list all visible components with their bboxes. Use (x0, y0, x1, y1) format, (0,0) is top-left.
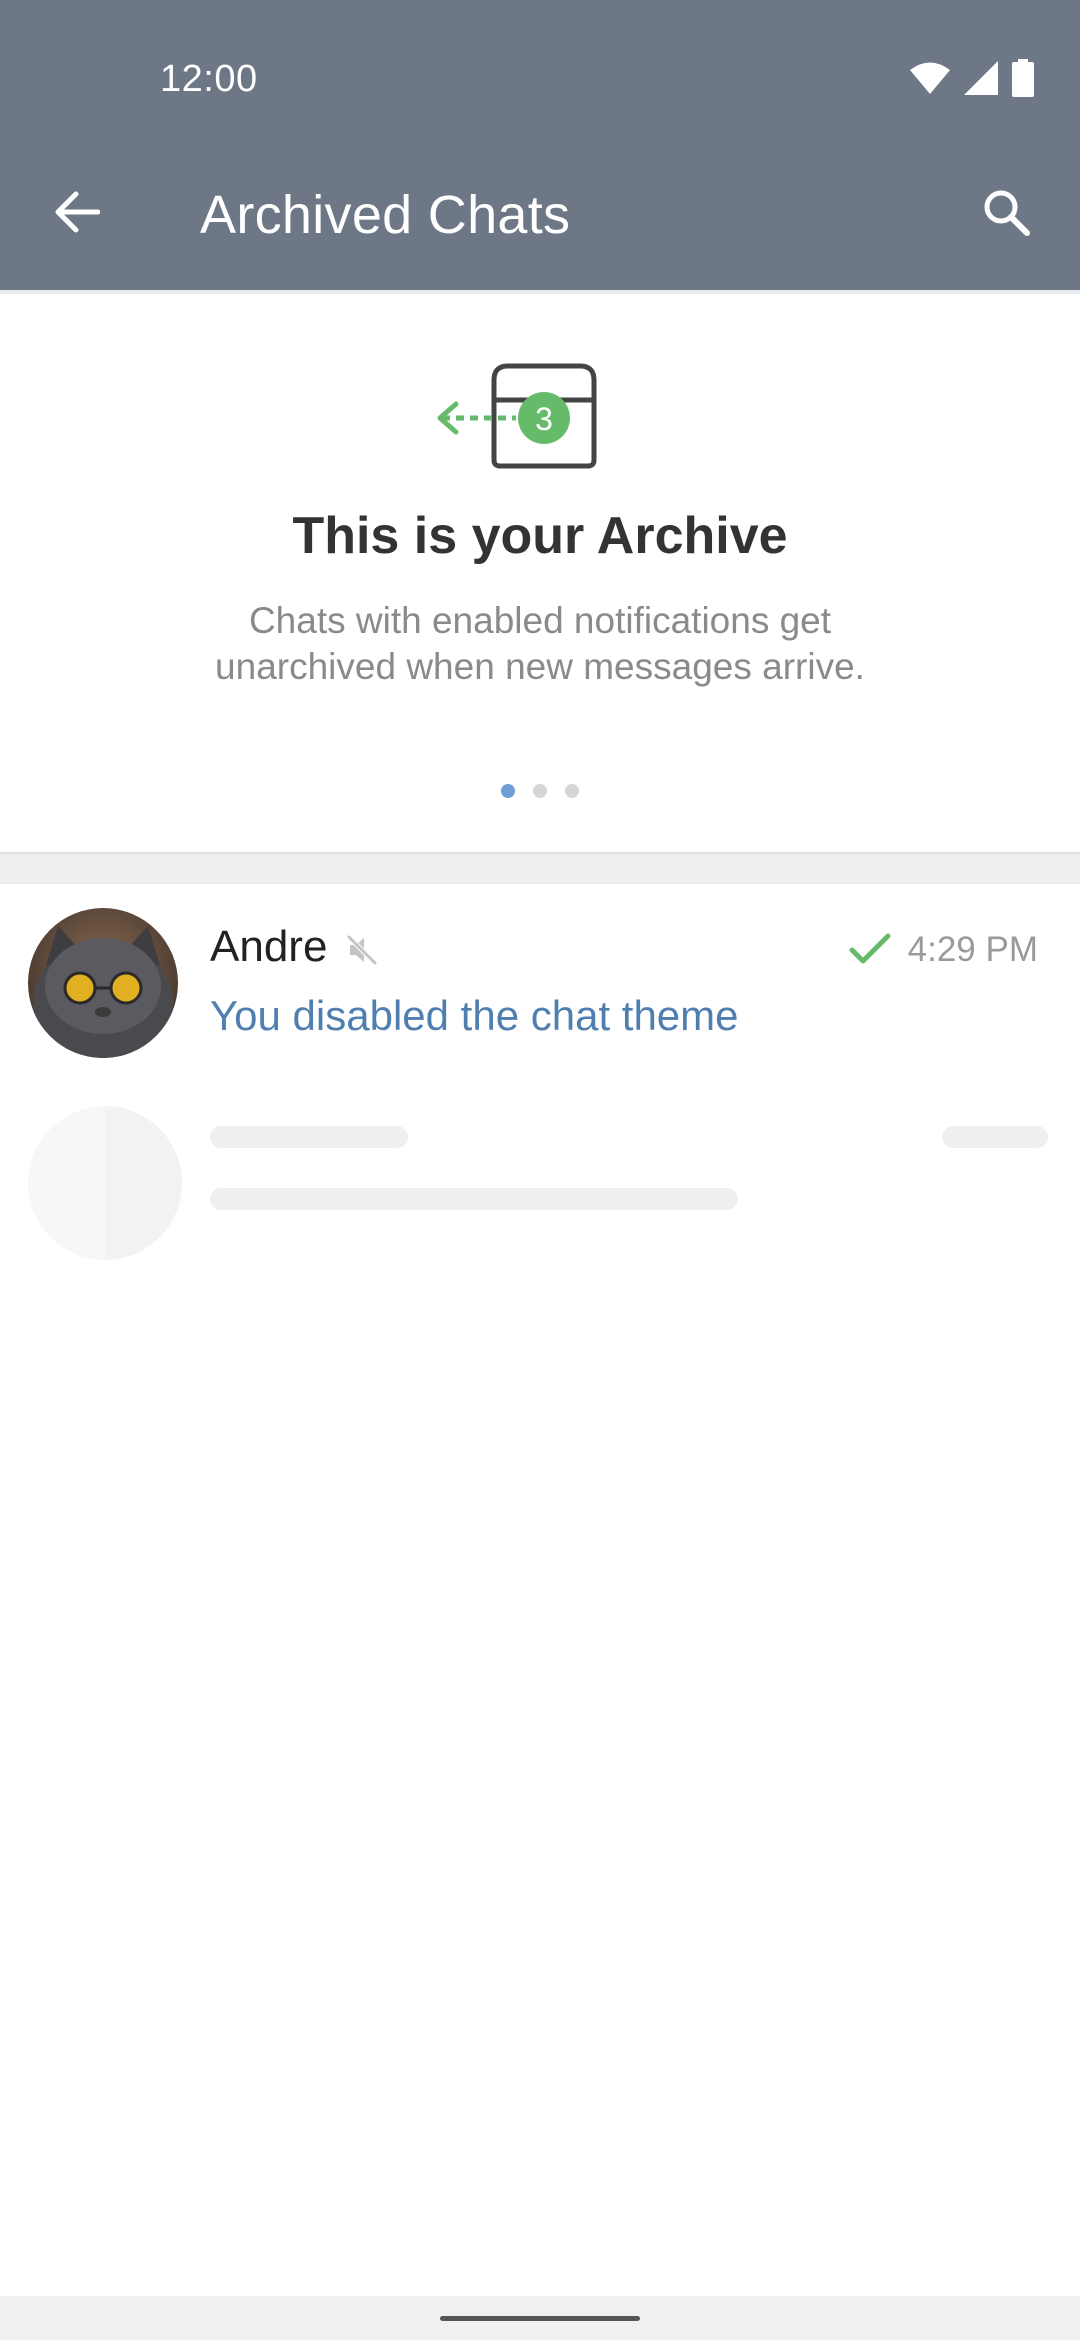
arrow-left-icon (52, 190, 101, 239)
archive-box-icon: 3 (432, 360, 598, 470)
pager-dot-2[interactable] (533, 784, 547, 798)
archive-description-line-2: unarchived when new messages arrive. (215, 646, 865, 687)
archive-description: Chats with enabled notifications get una… (140, 598, 940, 690)
home-handle[interactable] (440, 2316, 640, 2321)
pager-dot-1[interactable] (501, 784, 515, 798)
chat-list-item[interactable]: Andre 4:29 PM You disabled the chat them… (0, 884, 1080, 1064)
chat-time: 4:29 PM (907, 930, 1038, 969)
placeholder-time-bar (942, 1126, 1048, 1148)
status-icons (910, 58, 1034, 102)
avatar[interactable] (28, 908, 178, 1058)
chat-name: Andre (210, 922, 328, 971)
search-icon (981, 187, 1031, 242)
muted-speaker-icon (346, 934, 378, 966)
archive-description-line-1: Chats with enabled notifications get (248, 600, 832, 641)
search-button[interactable] (960, 168, 1052, 260)
pager-dots (0, 784, 1080, 798)
page-title: Archived Chats (200, 185, 571, 245)
placeholder-preview-bar (210, 1188, 738, 1210)
placeholder-name-bar (210, 1126, 408, 1148)
archive-badge-count: 3 (535, 401, 553, 437)
pager-dot-3[interactable] (565, 784, 579, 798)
archive-intro-panel: 3 This is your Archive Chats with enable… (0, 290, 1080, 852)
gesture-nav-bar (0, 2296, 1080, 2340)
placeholder-avatar (28, 1106, 182, 1260)
chat-preview: You disabled the chat theme (210, 992, 739, 1039)
back-button[interactable] (30, 168, 122, 260)
read-checkmark-icon (848, 932, 892, 966)
wifi-icon (910, 61, 950, 100)
loading-placeholder-row (0, 1100, 1080, 1260)
app-bar: 12:00 Archived Chats (0, 0, 1080, 290)
battery-icon (1012, 58, 1034, 102)
section-divider (0, 852, 1080, 884)
archive-title: This is your Archive (292, 507, 788, 565)
status-time: 12:00 (160, 58, 258, 100)
signal-icon (964, 60, 998, 100)
